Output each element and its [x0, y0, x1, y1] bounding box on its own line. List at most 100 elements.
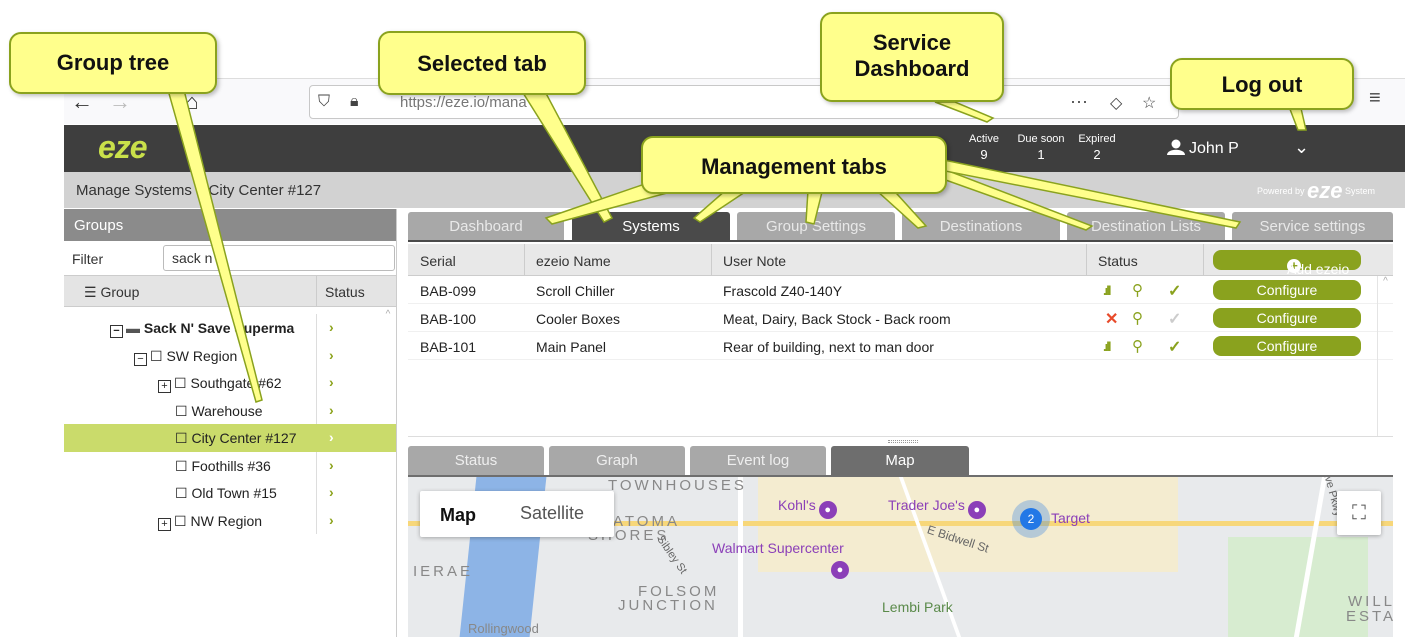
shield-icon: ⛉	[318, 93, 331, 110]
col-note[interactable]: User Note	[723, 253, 786, 269]
more-icon[interactable]: ···	[1070, 91, 1088, 112]
location-pin-icon: ⚲	[1132, 338, 1143, 355]
shopping-cart-icon: ●	[967, 501, 986, 519]
browser-menu-icon[interactable]: ≡	[1369, 87, 1381, 110]
map-cluster-marker[interactable]: 2	[1012, 500, 1050, 538]
expand-icon[interactable]: +	[158, 380, 171, 393]
chevron-right-icon[interactable]: ›	[316, 506, 376, 534]
callout-selected-tab: Selected tab	[378, 31, 586, 95]
tree-row-city-center[interactable]: ☐ City Center #127 ›	[64, 424, 396, 452]
tree-row-sw-region[interactable]: − ☐ SW Region ›	[64, 341, 396, 369]
callout-log-out: Log out	[1170, 58, 1354, 110]
tree-row-sack-n-save[interactable]: − ▬ Sack N' Save Superma ›	[64, 314, 396, 342]
tab-systems[interactable]: Systems	[572, 212, 730, 241]
tree-row-southgate[interactable]: + ☐ Southgate #62 ›	[64, 369, 396, 397]
tab-event-log[interactable]: Event log	[690, 446, 826, 476]
pocket-icon[interactable]: ◇	[1110, 93, 1122, 113]
counter-expired[interactable]: Expired 2	[1074, 133, 1120, 162]
tab-dashboard[interactable]: Dashboard	[408, 212, 564, 241]
tree-row-warehouse[interactable]: ☐ Warehouse ›	[64, 396, 396, 424]
col-name[interactable]: ezeio Name	[536, 253, 611, 269]
counter-due-soon[interactable]: Due soon 1	[1012, 133, 1070, 162]
table-row[interactable]: BAB-099 Scroll Chiller Frascold Z40-140Y…	[408, 276, 1393, 304]
add-ezeio-button[interactable]: + Add ezeio	[1213, 250, 1361, 277]
tab-graph[interactable]: Graph	[549, 446, 685, 476]
counter-label: Active	[969, 133, 999, 145]
tab-group-settings[interactable]: Group Settings	[737, 212, 895, 241]
counter-value: 9	[980, 147, 988, 162]
chevron-right-icon[interactable]: ›	[316, 396, 376, 424]
user-menu[interactable]: John P	[1167, 139, 1239, 158]
tree-row-old-town[interactable]: ☐ Old Town #15 ›	[64, 479, 396, 507]
tree-row-foothills[interactable]: ☐ Foothills #36 ›	[64, 451, 396, 479]
col-serial[interactable]: Serial	[420, 253, 456, 269]
location-pin-icon: ⚲	[1132, 282, 1143, 299]
list-icon: ☰	[84, 284, 101, 300]
map-label: ESTA	[1346, 608, 1393, 625]
configure-button[interactable]: Configure	[1213, 280, 1361, 300]
user-icon	[1167, 139, 1185, 155]
map-poi-lembi-park[interactable]: Lembi Park	[882, 599, 953, 615]
chevron-right-icon[interactable]: ›	[316, 369, 376, 397]
map-poi-trader-joes[interactable]: Trader Joe's ●	[888, 497, 986, 519]
group-tree: − ▬ Sack N' Save Superma › − ☐ SW Region ›…	[64, 307, 396, 534]
chevron-right-icon[interactable]: ›	[316, 479, 376, 507]
chevron-right-icon[interactable]: ›	[316, 424, 376, 452]
collapse-icon[interactable]: −	[110, 325, 123, 338]
cell-note: Meat, Dairy, Back Stock - Back room	[723, 311, 951, 327]
col-status[interactable]: Status	[1098, 253, 1138, 269]
tree-header: ☰ Group Status	[64, 275, 396, 307]
table-row[interactable]: BAB-101 Main Panel Rear of building, nex…	[408, 332, 1393, 360]
fullscreen-icon[interactable]: ⛶	[1337, 491, 1381, 535]
groups-title: Groups	[64, 209, 396, 241]
map-poi-kohls[interactable]: Kohl's ●	[778, 497, 837, 519]
lock-icon: 🔒︎	[350, 93, 359, 110]
table-scrollbar[interactable]: ^	[1377, 276, 1393, 436]
folder-icon: ☐	[174, 512, 187, 529]
chevron-right-icon[interactable]: ›	[316, 451, 376, 479]
location-pin-icon: ⚲	[1132, 310, 1143, 327]
filter-label: Filter	[72, 251, 104, 267]
folder-icon: ☐	[175, 457, 188, 474]
expand-icon[interactable]: +	[158, 517, 171, 531]
tab-map[interactable]: Map	[831, 446, 969, 476]
tabs-divider	[408, 240, 1393, 242]
filter-input[interactable]: sack n	[163, 245, 395, 271]
configure-button[interactable]: Configure	[1213, 308, 1361, 328]
chevron-right-icon[interactable]: ›	[316, 314, 376, 342]
map-poi-walmart[interactable]: Walmart Supercenter	[712, 540, 844, 556]
collapse-icon[interactable]: −	[134, 352, 147, 366]
shopping-bag-icon[interactable]: ●	[831, 561, 849, 579]
check-icon: ✓	[1168, 283, 1182, 300]
cell-name: Main Panel	[536, 339, 607, 355]
logout-chevron-icon[interactable]: ⌄	[1294, 137, 1309, 158]
tab-service-settings[interactable]: Service settings	[1232, 212, 1393, 241]
counter-active[interactable]: Active 9	[964, 133, 1004, 162]
map-type-satellite-button[interactable]: Satellite	[520, 503, 584, 524]
tree-row-nw-region[interactable]: + ☐ NW Region ›	[64, 506, 396, 534]
eze-logo[interactable]: eze	[98, 129, 148, 166]
map-type-map-button[interactable]: Map	[440, 505, 476, 526]
folder-icon: ☐	[175, 402, 188, 419]
tab-destination-lists[interactable]: Destination Lists	[1067, 212, 1225, 241]
col-group[interactable]: ☰ Group	[84, 284, 139, 301]
cell-serial: BAB-100	[420, 311, 477, 327]
tree-scrollbar[interactable]: ^	[380, 309, 396, 539]
folder-icon: ☐	[150, 347, 163, 364]
configure-button[interactable]: Configure	[1213, 336, 1361, 356]
user-name: John P	[1189, 140, 1239, 157]
col-status[interactable]: Status	[316, 276, 376, 306]
table-row[interactable]: BAB-100 Cooler Boxes Meat, Dairy, Back S…	[408, 304, 1393, 332]
tree-label: NW Region	[190, 512, 263, 529]
tree-label: SW Region	[166, 347, 238, 364]
map-poi-target[interactable]: Target	[1051, 510, 1090, 526]
tab-destinations[interactable]: Destinations	[902, 212, 1060, 241]
counter-label: Expired	[1078, 133, 1116, 145]
folder-icon: ☐	[174, 375, 187, 391]
filter-row: Filter sack n	[64, 241, 396, 275]
pane-splitter[interactable]	[408, 436, 1393, 446]
bookmark-star-icon[interactable]: ☆	[1142, 93, 1156, 113]
chevron-right-icon[interactable]: ›	[316, 341, 376, 369]
tree-label: Southgate #62	[190, 375, 282, 391]
tab-status[interactable]: Status	[408, 446, 544, 476]
